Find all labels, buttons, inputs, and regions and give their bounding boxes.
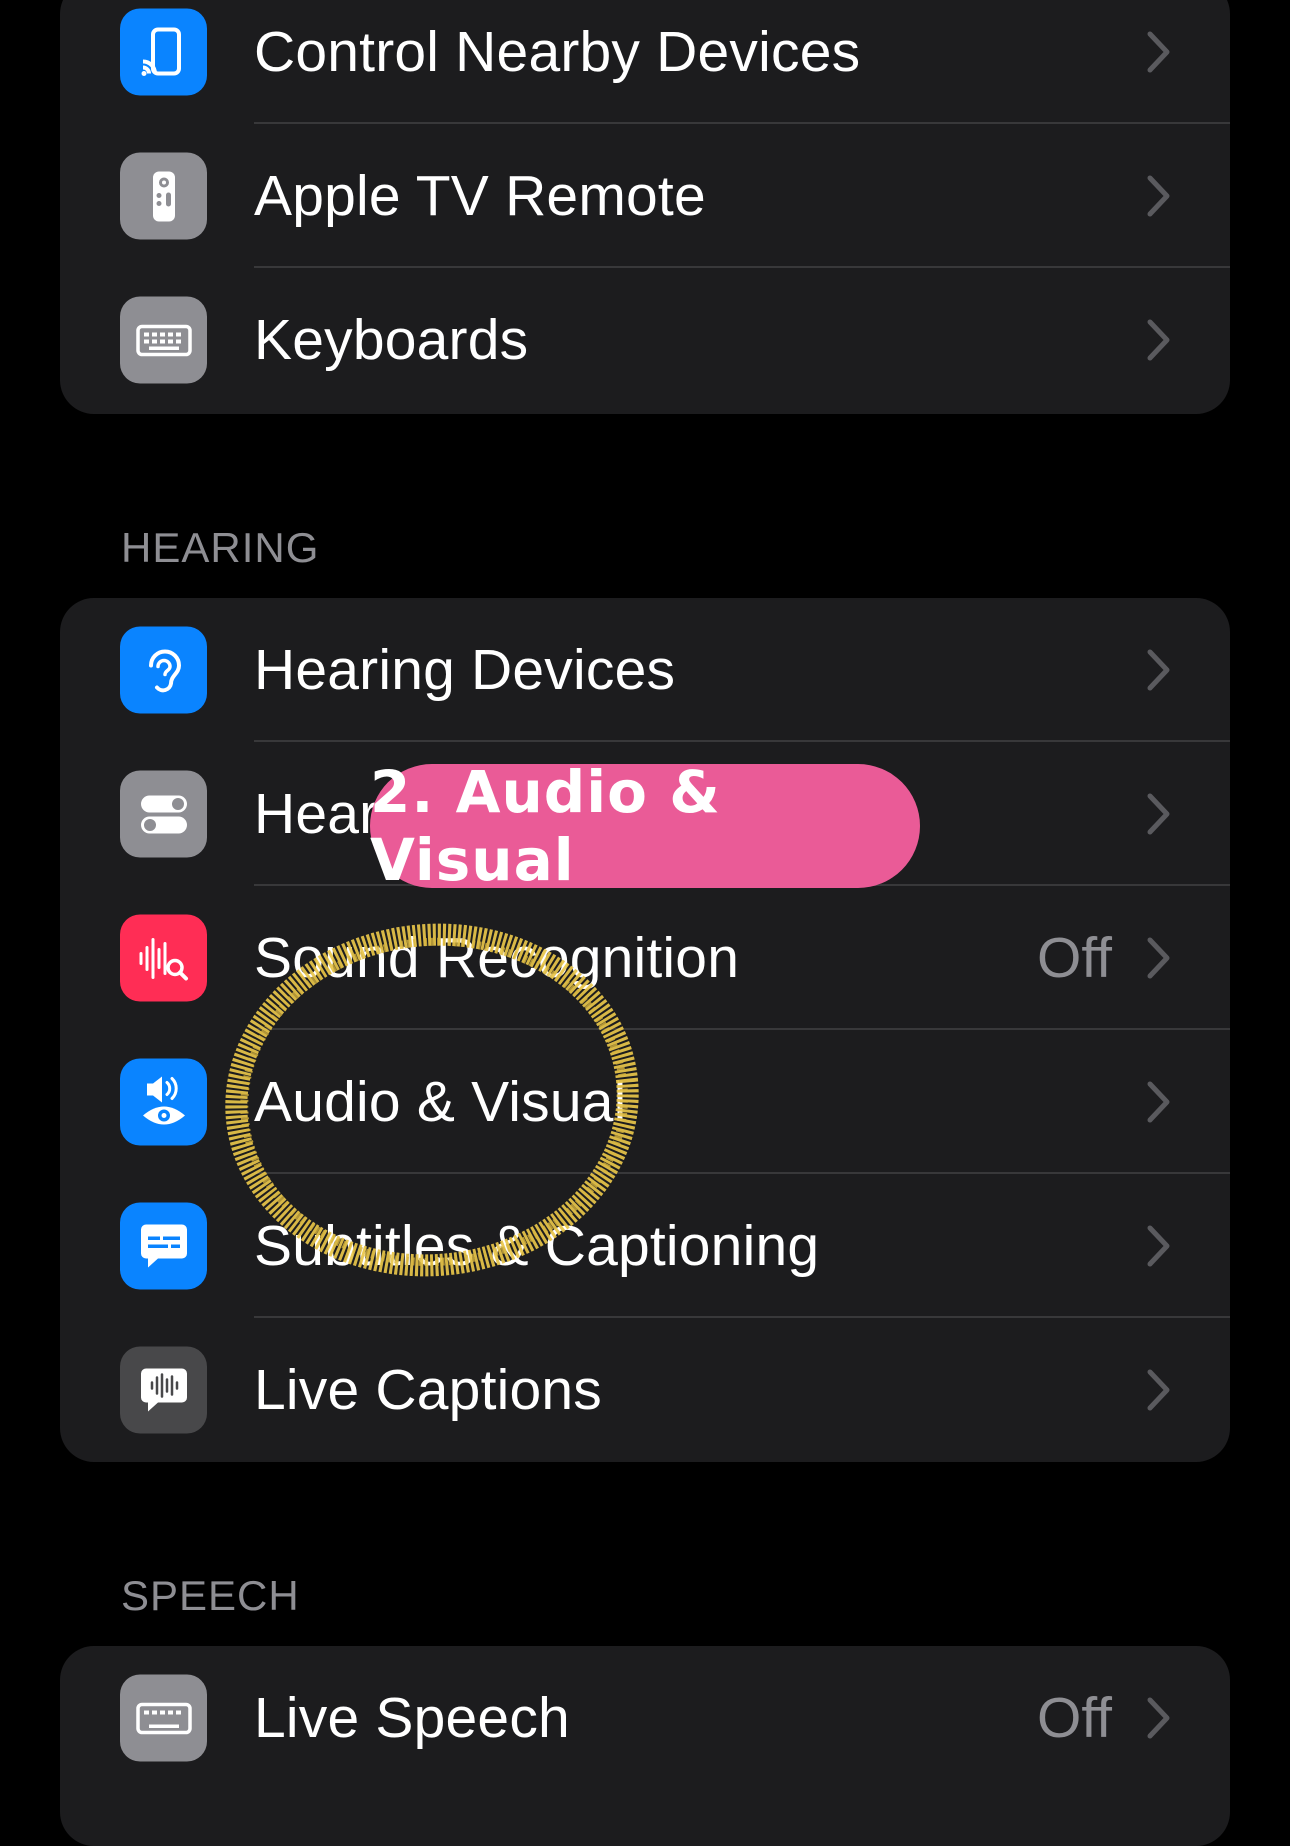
live-captions-icon [120,1346,207,1434]
nearby-devices-icon [120,8,207,96]
row-value: Off [1037,926,1112,990]
row-label: Audio & Visual [254,1070,627,1134]
speech-group: Live Speech Off [60,1646,1230,1846]
row-label: Sound Recognition [254,926,740,990]
annotation-step-label: 2. Audio & Visual [370,758,920,894]
row-label: Keyboards [254,308,529,372]
row-live-speech[interactable]: Live Speech Off [60,1646,1230,1790]
section-header-speech: SPEECH [121,1572,300,1619]
chevron-right-icon [1147,793,1170,835]
chevron-right-icon [1147,649,1170,691]
row-keyboards[interactable]: Keyboards [60,268,1230,412]
row-value: Off [1037,1686,1112,1750]
row-hearing-devices[interactable]: Hearing Devices [60,598,1230,742]
chevron-right-icon [1147,31,1170,73]
row-live-captions[interactable]: Live Captions [60,1318,1230,1462]
captions-bubble-icon [120,1202,207,1290]
chevron-right-icon [1147,937,1170,979]
hearing-group: Hearing Devices Hear Sound Recognition O… [60,598,1230,1462]
chevron-right-icon [1147,1081,1170,1123]
row-control-nearby-devices[interactable]: Control Nearby Devices [60,0,1230,124]
speaker-eye-icon [120,1058,207,1146]
general-group: Control Nearby Devices Apple TV Remote K… [60,0,1230,414]
keyboard-icon [120,1674,207,1762]
ear-icon [120,626,207,714]
row-label: Hearing Devices [254,638,676,702]
sound-recognition-icon [120,914,207,1002]
keyboard-icon [120,296,207,384]
row-label: Control Nearby Devices [254,20,861,84]
row-label: Hear [254,782,379,846]
row-label: Apple TV Remote [254,164,706,228]
row-subtitles-captioning[interactable]: Subtitles & Captioning [60,1174,1230,1318]
row-label: Live Speech [254,1686,570,1750]
chevron-right-icon [1147,175,1170,217]
row-audio-visual[interactable]: Audio & Visual [60,1030,1230,1174]
chevron-right-icon [1147,1225,1170,1267]
section-header-hearing: HEARING [121,524,320,571]
chevron-right-icon [1147,319,1170,361]
tv-remote-icon [120,152,207,240]
row-label: Subtitles & Captioning [254,1214,820,1278]
toggles-icon [120,770,207,858]
chevron-right-icon [1147,1697,1170,1739]
chevron-right-icon [1147,1369,1170,1411]
row-apple-tv-remote[interactable]: Apple TV Remote [60,124,1230,268]
row-sound-recognition[interactable]: Sound Recognition Off [60,886,1230,1030]
row-label: Live Captions [254,1358,602,1422]
